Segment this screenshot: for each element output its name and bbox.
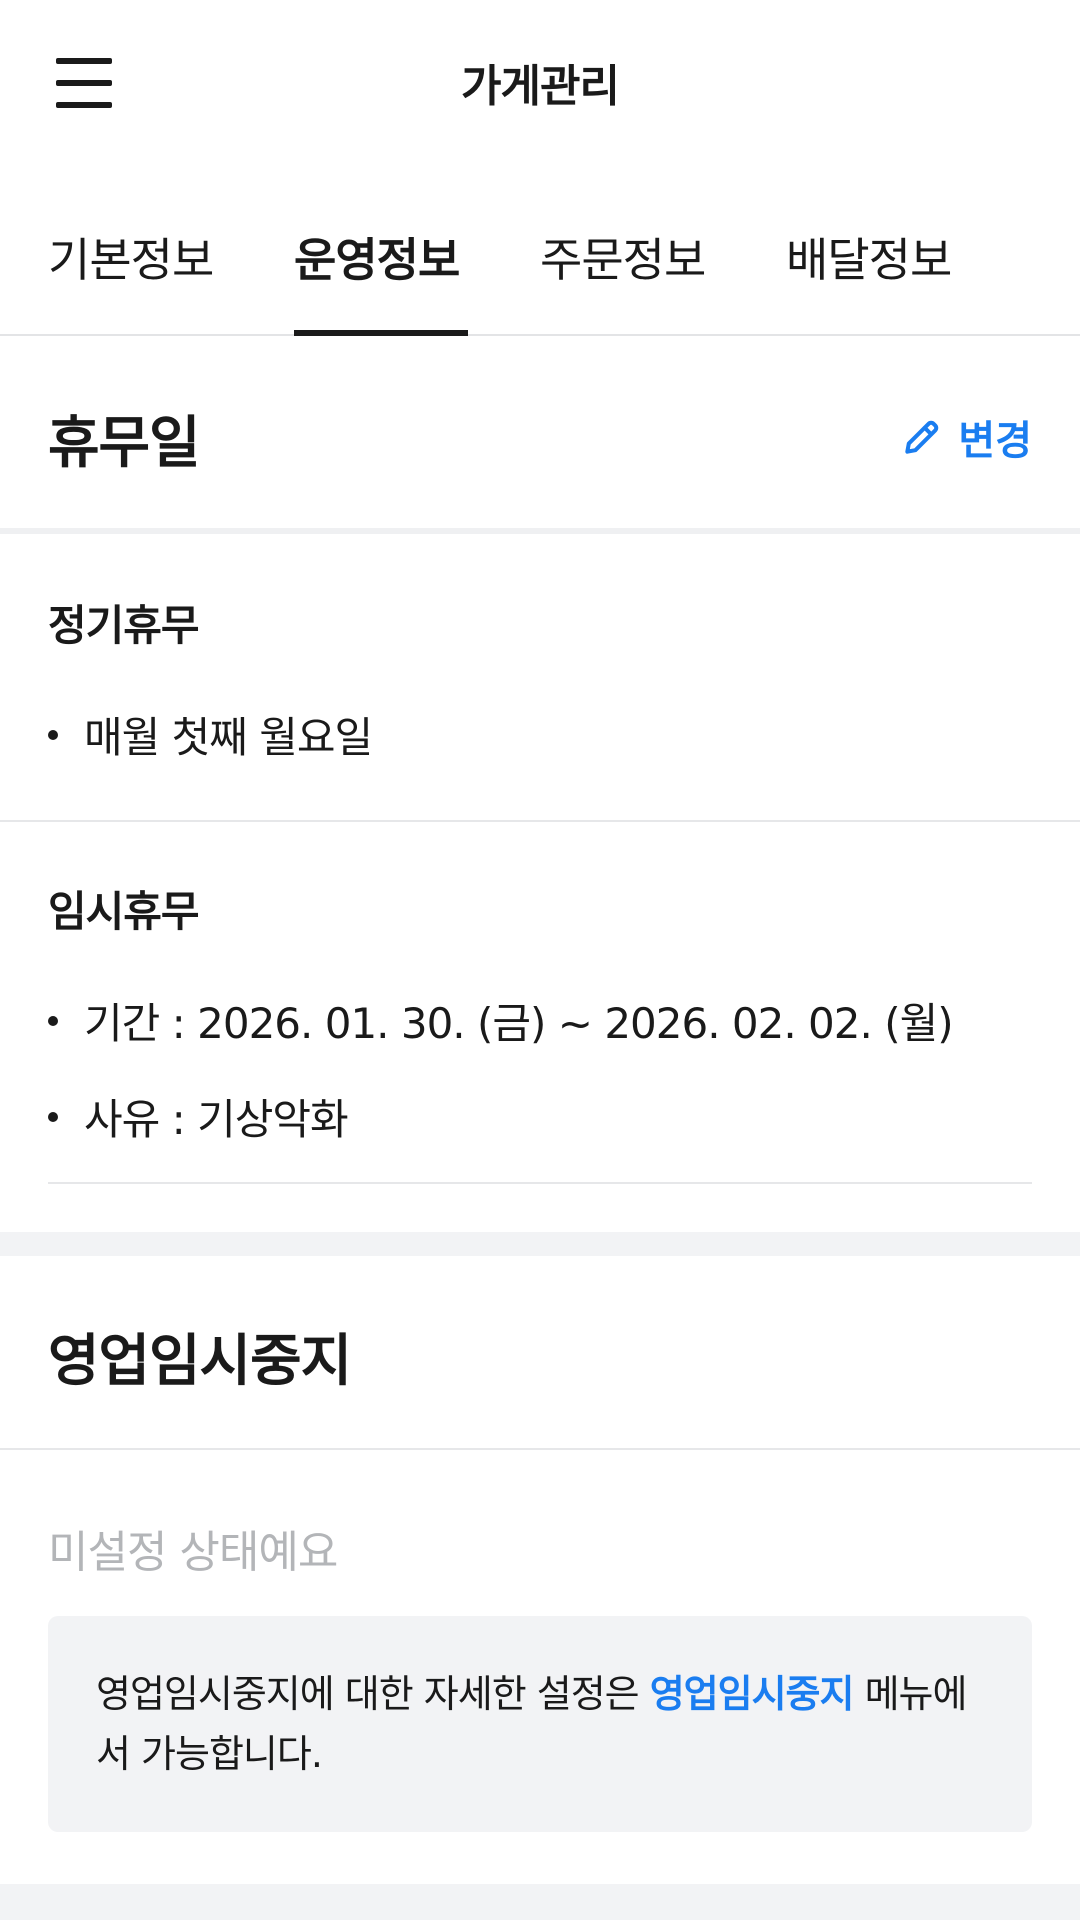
business-pause-header: 영업임시중지 [0, 1256, 1080, 1448]
card-gap [0, 1232, 1080, 1256]
temporary-holiday-period: 기간 : 2026. 01. 30. (금) ~ 2026. 02. 02. (… [48, 990, 954, 1051]
holiday-title: 휴무일 [48, 411, 201, 476]
page-title: 가게관리 [461, 61, 620, 112]
regular-holiday-block: 정기휴무 매월 첫째 월요일 [0, 534, 1080, 820]
regular-holiday-item: 매월 첫째 월요일 [48, 704, 373, 765]
business-pause-link[interactable]: 영업임시중지 [650, 1672, 855, 1716]
bullet-dot [48, 1015, 58, 1026]
temporary-holiday-block: 임시휴무 기간 : 2026. 01. 30. (금) ~ 2026. 02. … [0, 822, 1080, 1232]
temporary-holiday-title: 임시휴무 [48, 887, 200, 936]
business-pause-status: 미설정 상태예요 [48, 1527, 338, 1578]
tab-bar: 기본정보 운영정보 주문정보 배달정보 [0, 168, 1080, 336]
holiday-header: 휴무일 변경 [0, 336, 1080, 528]
sub-divider [0, 1448, 1080, 1450]
regular-holiday-title: 정기휴무 [48, 601, 200, 650]
edit-holiday-button[interactable]: 변경 [900, 408, 1032, 466]
bullet-dot [48, 729, 58, 740]
tab-basic-info[interactable]: 기본정보 [48, 224, 214, 290]
tab-operation-info[interactable]: 운영정보 [294, 224, 460, 290]
business-pause-card: 영업임시중지 미설정 상태예요 영업임시중지에 대한 자세한 설정은 영업임시중… [0, 1256, 1080, 1884]
pencil-icon [905, 420, 939, 454]
bullet-dot [48, 1111, 58, 1122]
tab-delivery-info[interactable]: 배달정보 [786, 224, 952, 290]
app-header: 가게관리 [0, 0, 1080, 168]
holiday-card: 휴무일 변경 정기휴무 매월 첫째 월요일 임시휴무 기간 : 2026. 01… [0, 336, 1080, 1232]
business-pause-title: 영업임시중지 [48, 1329, 352, 1394]
sub-divider [48, 1182, 1032, 1184]
edit-holiday-label: 변경 [958, 418, 1032, 464]
regular-holiday-text: 매월 첫째 월요일 [84, 713, 373, 762]
tab-order-info[interactable]: 주문정보 [540, 224, 706, 290]
temporary-holiday-period-text: 기간 : 2026. 01. 30. (금) ~ 2026. 02. 02. (… [84, 999, 954, 1048]
business-pause-info-box: 영업임시중지에 대한 자세한 설정은 영업임시중지 메뉴에서 가능합니다. [48, 1616, 1032, 1832]
temporary-holiday-reason: 사유 : 기상악화 [48, 1086, 349, 1147]
info-text-prefix: 영업임시중지에 대한 자세한 설정은 [96, 1672, 650, 1716]
temporary-holiday-reason-text: 사유 : 기상악화 [84, 1095, 349, 1144]
